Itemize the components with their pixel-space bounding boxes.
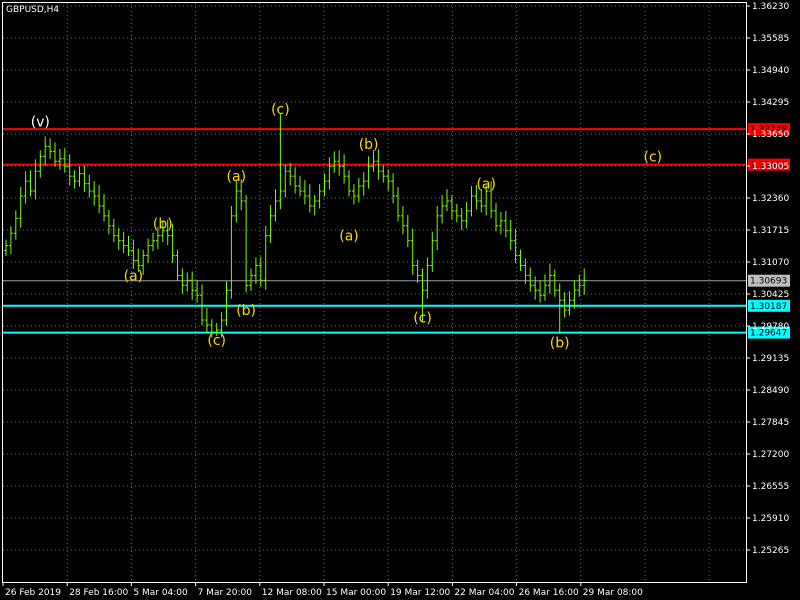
y-tick-label: 1.33650	[752, 130, 789, 140]
x-tick-label: 26 Feb 2019	[5, 588, 61, 598]
y-tick-label: 1.29135	[752, 354, 789, 364]
y-tick-label: 1.31070	[752, 258, 789, 268]
y-tick-label: 1.31715	[752, 226, 789, 236]
wave-label: (a)	[227, 169, 247, 185]
y-tick-label: 1.36230	[752, 2, 789, 12]
wave-label: (b)	[550, 335, 570, 351]
price-chart[interactable]: 1.337481.330331.306931.301871.29647 (v)(…	[0, 0, 800, 600]
y-tick-label: 1.35585	[752, 34, 789, 44]
y-tick-label: 1.26555	[752, 482, 789, 492]
x-tick-label: 12 Mar 08:00	[262, 588, 322, 598]
chart-background	[0, 0, 800, 600]
wave-label: (c)	[207, 333, 226, 349]
x-tick-label: 15 Mar 00:00	[326, 588, 386, 598]
x-tick-label: 22 Mar 04:00	[454, 588, 514, 598]
wave-label: (c)	[413, 311, 432, 327]
y-tick-label: 1.27845	[752, 418, 789, 428]
wave-label: (a)	[476, 177, 496, 193]
wave-label: (b)	[153, 216, 173, 232]
x-tick-label: 7 Mar 20:00	[198, 588, 253, 598]
y-tick-label: 1.32360	[752, 194, 789, 204]
wave-label: (c)	[271, 102, 290, 118]
x-tick-label: 29 Mar 08:00	[583, 588, 643, 598]
y-tick-label: 1.33005	[752, 162, 789, 172]
wave-label: (b)	[236, 303, 256, 319]
wave-label: (b)	[359, 137, 379, 153]
y-tick-label: 1.27200	[752, 450, 789, 460]
y-tick-label: 1.34295	[752, 98, 789, 108]
y-tick-label: 1.25265	[752, 546, 789, 556]
x-tick-label: 5 Mar 04:00	[133, 588, 188, 598]
y-tick-label: 1.29780	[752, 322, 789, 332]
wave-label: (v)	[31, 115, 50, 131]
x-tick-label: 26 Mar 16:00	[519, 588, 579, 598]
x-tick-label: 28 Feb 16:00	[69, 588, 128, 598]
price-box-label: 1.30187	[750, 302, 787, 312]
wave-label: (c)	[643, 149, 662, 165]
y-tick-label: 1.34940	[752, 66, 789, 76]
symbol-label: GBPUSD,H4	[6, 5, 59, 15]
y-tick-label: 1.25910	[752, 514, 789, 524]
wave-label: (a)	[124, 268, 144, 284]
y-tick-label: 1.28490	[752, 386, 789, 396]
x-tick-label: 19 Mar 12:00	[390, 588, 450, 598]
price-box-label: 1.30693	[750, 277, 787, 287]
wave-label: (a)	[339, 229, 359, 245]
y-tick-label: 1.30425	[752, 290, 789, 300]
